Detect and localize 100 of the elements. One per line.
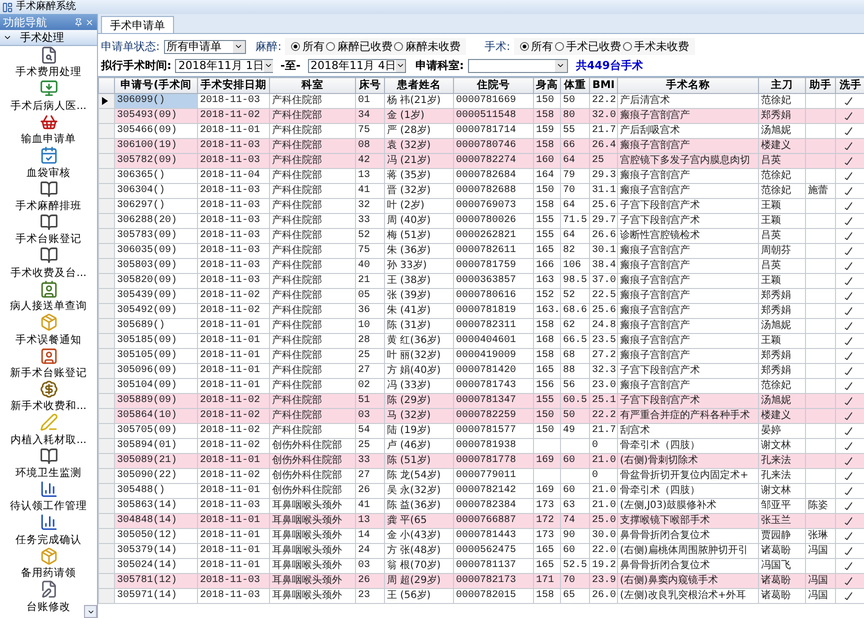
table-row[interactable]: 305096(09) 2018-11-01 产科住院部 27 方 娟(40岁) 0000781420 165 88 32.3 子宫下段剖宫产术 郑秀娟 xyxy=(98,364,864,378)
status-dropdown[interactable]: 所有申请单 xyxy=(164,40,246,54)
table-row[interactable]: 305889(09) 2018-11-02 产科住院部 51 陈 (29岁) 0000781347 155 60.5 25.1 子宫下段剖宫产术 汤旭妮 xyxy=(98,394,864,408)
table-row[interactable]: 305782(09) 2018-11-03 产科住院部 42 冯 (21岁) 0000782274 160 64 25 宫腔镜下多发子宫内膜息肉切 吕英 xyxy=(98,154,864,168)
table-row[interactable]: 305488() 2018-11-01 创伤外科住院部 26 吴 永(32岁) 0000782142 169 60 21.0 骨牵引术（四肢） 谢文林 xyxy=(98,484,864,498)
close-icon[interactable] xyxy=(85,18,94,26)
column-header[interactable]: 住院号 xyxy=(454,78,534,94)
nav-item[interactable]: 新手术台账登记 xyxy=(0,346,97,380)
nav-item[interactable]: 手术费用处理 xyxy=(0,46,97,80)
nav-item[interactable]: 台账修改 xyxy=(0,580,97,614)
table-row[interactable]: 306288(20) 2018-11-03 产科住院部 33 周 (40岁) 0000780026 155 71.5 29.7 子宫下段剖宫产术 王颖 xyxy=(98,214,864,228)
column-header[interactable]: 患者姓名 xyxy=(384,78,454,94)
department-dropdown[interactable] xyxy=(468,58,568,72)
column-header[interactable]: BMI xyxy=(590,78,618,94)
book-icon xyxy=(38,446,58,466)
nav-item[interactable]: 环境卫生监测 xyxy=(0,446,97,480)
scroll-down-button[interactable] xyxy=(84,605,97,618)
nav-item[interactable]: 输血申请单 xyxy=(0,112,97,146)
table-cell: 王 (56岁) xyxy=(384,588,454,604)
radio-indicator[interactable] xyxy=(623,42,632,51)
nav-item[interactable]: 备用药请领 xyxy=(0,546,97,580)
table-row[interactable]: 305820(09) 2018-11-03 产科住院部 21 王 (38岁) 0000363857 163 98.5 37.0 瘢痕子宫剖宫产 王颖 xyxy=(98,274,864,288)
table-cell: 耳鼻咽喉头颈外 xyxy=(270,588,356,604)
table-row[interactable]: 305783(09) 2018-11-03 产科住院部 52 梅 (51岁) 0000262821 155 64 26.6 诊断性宫腔镜检术 吕英 xyxy=(98,228,864,244)
book-icon xyxy=(38,246,58,265)
group-header[interactable]: 手术处理 xyxy=(0,30,97,46)
nav-item[interactable]: 血袋审核 xyxy=(0,146,97,180)
table-row[interactable]: 306035(09) 2018-11-03 产科住院部 75 朱 (36岁) 0000782611 165 82 30.1 瘢痕子宫剖宫产 周朝芬 xyxy=(98,244,864,258)
monitor-icon xyxy=(38,79,58,98)
pen-icon xyxy=(38,413,58,432)
column-header[interactable]: 主刀 xyxy=(758,78,806,94)
nav-item[interactable]: 手术误餐通知 xyxy=(0,313,97,347)
package-icon xyxy=(38,313,58,332)
nav-item[interactable]: 手术台账登记 xyxy=(0,212,97,246)
column-header[interactable]: 科室 xyxy=(270,78,356,94)
radio-indicator[interactable] xyxy=(326,42,336,51)
table-row[interactable]: 305689() 2018-11-01 产科住院部 10 陈 (31岁) 0000782311 158 62 24.8 瘢痕子宫剖宫产 汤旭妮 xyxy=(98,318,864,334)
table-row[interactable]: 305894(01) 2018-11-02 创伤外科住院部 25 卢 (46岁) 0000781938 0 骨牵引术（四肢） 谢文林 xyxy=(98,438,864,454)
radio-indicator[interactable] xyxy=(520,42,530,51)
date-picker[interactable]: 2018年11月 4日 xyxy=(308,58,406,72)
window-title: 手术麻醉系统 xyxy=(16,1,76,13)
table-row[interactable]: 305104(09) 2018-11-01 产科住院部 02 冯 (33岁) 0000781743 156 56 23.0 瘢痕子宫剖宫产 范徐妃 xyxy=(98,378,864,394)
table-row[interactable]: 306100(19) 2018-11-03 产科住院部 08 袁 (32岁) 0000780746 158 66 26.4 瘢痕子宫剖宫产 楼建义 xyxy=(98,138,864,154)
column-header[interactable]: 床号 xyxy=(356,78,384,94)
table-row[interactable]: 305492(09) 2018-11-02 产科住院部 36 朱 (41岁) 0000781819 163. 68.6 25.6 瘢痕子宫剖宫产 郑秀娟 xyxy=(98,304,864,318)
radio-button[interactable]: 所有 xyxy=(291,39,324,54)
table-row[interactable]: 306297() 2018-11-03 产科住院部 32 叶 (2岁) 0000769073 158 64 25.6 子宫下段剖宫产术 王颖 xyxy=(98,198,864,214)
table-row[interactable]: 305024(14) 2018-11-01 耳鼻咽喉头颈外 03 翁 根(70岁) 0000781137 165 52.5 19.2 鼻骨骨折闭合复位术 冯国飞 xyxy=(98,558,864,574)
table-row[interactable]: 305050(12) 2018-11-01 耳鼻咽喉头颈外 14 金 小(43岁) 0000781443 173 90 30.0 鼻骨骨折闭合复位术 贾园静 张琳 xyxy=(98,528,864,544)
nav-item[interactable]: 病人接送单查询 xyxy=(0,280,97,314)
column-header[interactable]: 助手 xyxy=(806,78,836,94)
radio-indicator[interactable] xyxy=(394,42,404,51)
nav-item[interactable]: 手术麻醉排班 xyxy=(0,180,97,213)
field-label: 申请科室: xyxy=(416,58,464,73)
package-icon xyxy=(38,546,58,566)
radio-indicator[interactable] xyxy=(555,42,564,51)
table-row[interactable]: 306304() 2018-11-03 产科住院部 41 晋 (32岁) 0000782688 150 70 31.1 瘢痕子宫剖宫产 范徐妃 施蕾 xyxy=(98,184,864,198)
nav-item[interactable]: 内植入耗材取... xyxy=(0,413,97,447)
radio-button[interactable]: 所有 xyxy=(520,39,554,54)
table-row[interactable]: 305705(09) 2018-11-02 产科住院部 54 陆 (19岁) 0000781577 150 49 21.7 刮宫术 晏婷 xyxy=(98,424,864,438)
radio-button[interactable]: 手术已收费 xyxy=(555,39,622,54)
pin-icon[interactable] xyxy=(74,18,83,26)
nav-item[interactable]: 任务完成确认 xyxy=(0,513,97,547)
column-header[interactable]: 洗手 xyxy=(836,78,864,94)
nav-item[interactable]: 待认领工作管理 xyxy=(0,480,97,514)
table-cell: 0000782015 xyxy=(454,588,534,604)
nav-item[interactable]: 手术后病人医... xyxy=(0,79,97,113)
table-row[interactable]: 305089(21) 2018-11-01 创伤外科住院部 33 陈 (51岁) 0000781778 169 60 21.0 (右侧)骨刺切除术 孔来法 xyxy=(98,454,864,468)
column-header[interactable]: 手术名称 xyxy=(618,78,758,94)
surgery-count: 共449台手术 xyxy=(576,58,643,73)
radio-button[interactable]: 麻醉未收费 xyxy=(394,39,460,54)
table-row[interactable]: 305864(10) 2018-11-02 产科住院部 03 马 (32岁) 0000782259 150 50 22.2 有严重合并症的产科各种手术 楼建义 xyxy=(98,408,864,424)
table-row[interactable]: 305379(14) 2018-11-01 耳鼻咽喉头颈外 24 方 张(48岁) 0000562475 165 60 22.0 (右侧)扁桃体周围脓肿切开引 诸葛盼 冯国 xyxy=(98,544,864,558)
column-header[interactable]: 申请号(手术间 xyxy=(114,78,198,94)
tab[interactable]: 手术申请单 xyxy=(101,16,174,33)
table-row[interactable]: 306365() 2018-11-04 产科住院部 13 蒋 (35岁) 0000782684 164 79 29.3 瘢痕子宫剖宫产 范徐妃 xyxy=(98,168,864,184)
nav-item[interactable]: 新手术收费和... xyxy=(0,380,97,414)
table-row[interactable]: 305493(09) 2018-11-02 产科住院部 34 金 (1岁) 0000511548 158 80 32.0 瘢痕子宫剖宫产 郑秀娟 xyxy=(98,108,864,124)
table-row[interactable]: 305971(14) 2018-11-03 耳鼻咽喉头颈外 23 王 (56岁) 0000782015 158 65 26.0 (左侧)改良乳突根治术+外耳 诸葛盼 冯国 xyxy=(98,588,864,604)
column-header[interactable]: 体重 xyxy=(560,78,590,94)
radio-indicator[interactable] xyxy=(291,42,300,51)
radio-button[interactable]: 手术未收费 xyxy=(623,39,690,54)
range-separator: -至- xyxy=(280,58,301,73)
table-row[interactable]: 305105(09) 2018-11-01 产科住院部 25 叶 丽(32岁) 0000419009 158 68 27.2 瘢痕子宫剖宫产 郑秀娟 xyxy=(98,348,864,364)
row-header[interactable] xyxy=(98,94,114,108)
radio-button[interactable]: 麻醉已收费 xyxy=(326,39,392,54)
table-row[interactable]: 305803(09) 2018-11-03 产科住院部 40 孙 33岁) 0000781759 166 106 38.4 瘢痕子宫剖宫产 吕英 xyxy=(98,258,864,274)
table-row[interactable]: 305185(09) 2018-11-01 产科住院部 28 黄 红(36岁) 0000404601 168 66.5 23.5 瘢痕子宫剖宫产 王颖 xyxy=(98,334,864,348)
nav-item[interactable]: 手术收费及台... xyxy=(0,246,97,280)
table-row[interactable]: 305090(22) 2018-11-02 创伤外科住院部 27 陈 龙(54岁) 0000779011 0 骨盆骨折切开复位内固定术+ 孔来法 xyxy=(98,468,864,484)
table-row[interactable]: 306099() 2018-11-03 产科住院部 01 杨 祎(21岁) 0000781669 150 50 22.2 产后清宫术 范徐妃 xyxy=(98,94,864,108)
table-row[interactable]: 305439(09) 2018-11-02 产科住院部 05 张 (39岁) 0000780616 152 52 22.5 瘢痕子宫剖宫产 郑秀娟 xyxy=(98,288,864,304)
table-row[interactable]: 304848(14) 2018-11-01 耳鼻咽喉头颈外 13 龚 平(65 0000766887 172 74 25.0 支撑喉镜下喉部手术 张玉兰 xyxy=(98,514,864,528)
field-label: 麻醉: xyxy=(256,39,282,54)
date-picker[interactable]: 2018年11月 1日 xyxy=(175,58,274,72)
table-row[interactable]: 305781(12) 2018-11-03 耳鼻咽喉头颈外 26 周 超(29岁) 0000782173 171 70 23.9 (右侧)鼻窦内窥镜手术 诸葛盼 冯国 xyxy=(98,574,864,588)
column-header[interactable]: 手术安排日期 xyxy=(198,78,270,94)
column-header[interactable]: 身高 xyxy=(534,78,560,94)
table-row[interactable]: 305466(09) 2018-11-01 产科住院部 75 严 (28岁) 0000781714 159 55 21.7 产后刮吸宫术 汤旭妮 xyxy=(98,124,864,138)
table-row[interactable]: 305863(14) 2018-11-03 耳鼻咽喉头颈外 41 陈 益(36岁) 0000782384 173 63 21.0 (左侧,J03)鼓膜修补术 邹亚平 陈姿 xyxy=(98,498,864,514)
